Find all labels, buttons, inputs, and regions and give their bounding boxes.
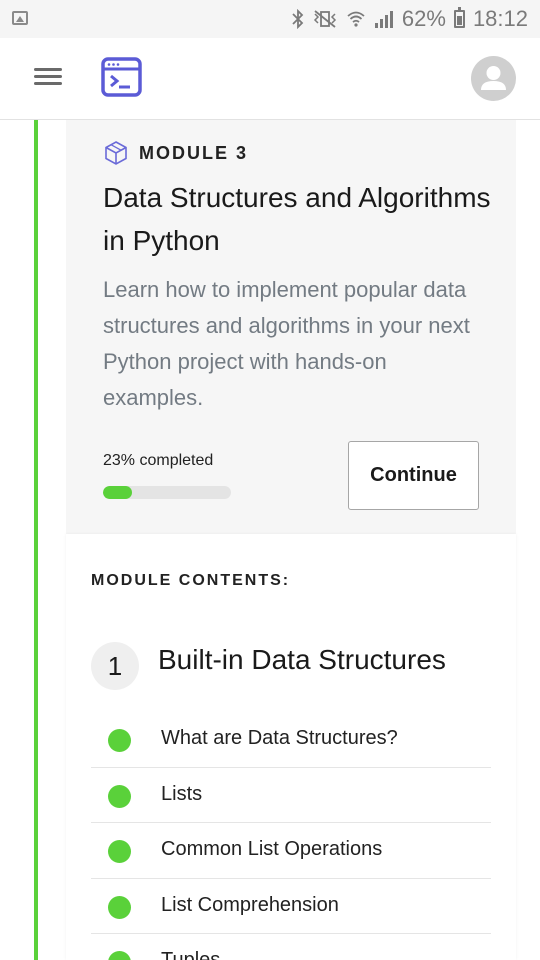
course-progress-line [34, 120, 38, 960]
lesson-item-common-list-operations[interactable]: Common List Operations [91, 823, 491, 879]
section-number-badge: 1 [91, 642, 139, 690]
status-icons: 62% 18:12 [292, 6, 528, 32]
lesson-label: Lists [161, 782, 203, 805]
image-notification-icon [12, 11, 28, 25]
hamburger-menu-button[interactable] [34, 66, 62, 88]
cube-icon [105, 141, 127, 165]
lesson-item-tuples[interactable]: Tuples [91, 934, 491, 960]
lesson-item-list-comprehension[interactable]: List Comprehension [91, 879, 491, 934]
progress-bar-fill [103, 486, 133, 499]
user-icon [481, 66, 506, 90]
module-tag: MODULE 3 [103, 140, 248, 166]
module-title: Data Structures and Algorithms in Python [103, 182, 491, 256]
battery-percent: 62% [401, 6, 446, 31]
vibrate-icon [313, 10, 336, 28]
completed-dot-icon [108, 895, 131, 919]
module-description: Learn how to implement popular data stru… [103, 277, 470, 410]
bluetooth-icon [292, 9, 304, 29]
signal-icon [374, 11, 393, 28]
module-contents-panel: MODULE CONTENTS: 1 Built-in Data Structu… [66, 534, 516, 960]
lesson-item-lists[interactable]: Lists [91, 768, 491, 823]
progress-label: 23% completed [103, 452, 214, 469]
completed-dot-icon [108, 840, 131, 863]
lesson-label: Common List Operations [161, 838, 383, 860]
completed-dot-icon [108, 951, 131, 960]
lesson-item-what-are-data-structures[interactable]: What are Data Structures? [91, 712, 491, 768]
module-number-label: MODULE 3 [139, 142, 249, 163]
terminal-window-icon[interactable] [101, 57, 142, 97]
lesson-label: List Comprehension [161, 893, 339, 916]
module-card: MODULE 3 Data Structures and Algorithms … [66, 120, 516, 534]
clock: 18:12 [472, 6, 528, 31]
continue-button[interactable]: Continue [348, 441, 479, 510]
battery-icon [453, 7, 465, 28]
lesson-list: What are Data Structures? Lists Common L… [91, 712, 491, 960]
user-avatar[interactable] [471, 56, 516, 101]
completed-dot-icon [108, 729, 131, 752]
lesson-label: What are Data Structures? [161, 727, 398, 749]
progress-bar [103, 486, 231, 499]
status-bar: 62% 18:12 [0, 0, 540, 38]
contents-heading: MODULE CONTENTS: [91, 572, 291, 589]
completed-dot-icon [108, 784, 131, 808]
wifi-icon [347, 11, 365, 27]
section-title[interactable]: Built-in Data Structures [158, 644, 446, 676]
lesson-label: Tuples [161, 949, 221, 960]
app-bar [0, 38, 540, 120]
